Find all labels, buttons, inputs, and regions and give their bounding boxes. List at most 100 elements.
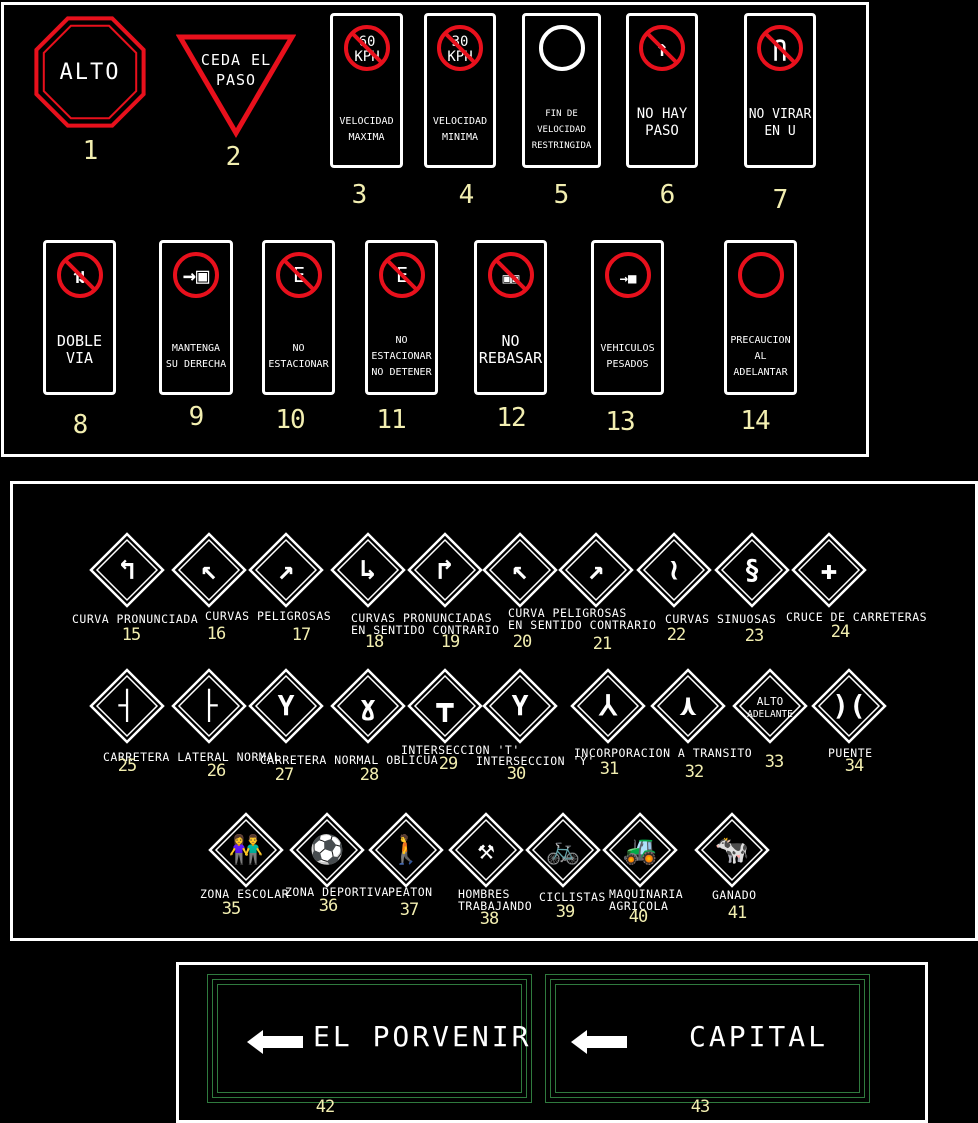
sign-label-line: INCORPORACION A TRANSITO: [574, 746, 753, 760]
inner-sign-text: ADELANTE: [747, 709, 793, 720]
sign-number: 43: [690, 1097, 711, 1117]
sign-text: PESADOS: [606, 359, 649, 370]
sports-player-warning-sign: ⚽: [289, 812, 365, 888]
sign-number: 16: [206, 624, 227, 644]
side-road-left-warning-sign: ┤: [89, 668, 165, 744]
svg-text:→▣: →▣: [183, 264, 210, 289]
inner-sign-text: ALTO: [757, 695, 784, 708]
sign-label-line: EN SENTIDO CONTRARIO: [508, 618, 657, 632]
sign-text: VIA: [65, 349, 94, 367]
sign-number: 10: [275, 405, 305, 435]
sign-number: 22: [666, 625, 687, 645]
sign-number: 2: [225, 142, 242, 172]
speed-limit-circle-icon: 30KPH: [437, 25, 483, 71]
sign-text: DOBLE: [56, 332, 103, 350]
side-road-left-icon: ┤: [118, 688, 136, 722]
sign-number: 9: [188, 402, 205, 432]
sign-text: EN U: [764, 124, 796, 139]
regulatory-sign-14: PRECAUCION AL ADELANTAR: [724, 240, 797, 395]
sign-number: 8: [72, 410, 89, 440]
sign-label-line: CRUCE DE CARRETERAS: [786, 610, 928, 624]
yield-sign-text: PASO: [216, 71, 256, 89]
sign-label-line: CURVAS PELIGROSAS: [205, 609, 332, 623]
guide-sign-43: CAPITAL: [545, 974, 870, 1103]
regulatory-sign-13: →■ VEHICULOS PESADOS: [591, 240, 664, 395]
merge-right-warning-sign: ⋏: [650, 668, 726, 744]
guide-sign-text: EL PORVENIR: [313, 1020, 532, 1053]
sign-text: ADELANTAR: [733, 367, 788, 378]
no-entry-arrow-icon: ↑: [639, 25, 685, 71]
y-intersection-icon: Y: [512, 689, 529, 722]
regulatory-sign-3: 60 KPH VELOCIDAD MAXIMA: [330, 13, 403, 168]
regulatory-sign-6: ↑ NO HAYPASO: [626, 13, 698, 168]
sign-number: 21: [592, 634, 613, 654]
two-way-arrows-icon: ⇅: [56, 252, 103, 298]
winding-road-warning-sign: ≀: [636, 532, 712, 608]
cyclist-warning-sign: 🚲: [525, 812, 601, 888]
sign-number: 19: [440, 632, 461, 652]
sign-text: ESTACIONAR: [268, 359, 329, 370]
merge-left-icon: ⅄: [598, 689, 618, 722]
no-u-turn-icon: ⋂: [757, 25, 803, 71]
arrow-shaft: [587, 1036, 627, 1048]
sign-text: RESTRINGIDA: [531, 141, 592, 151]
sign-label: CRUCE DE CARRETERAS: [786, 611, 927, 623]
y-intersection-warning-sign: Y: [482, 668, 558, 744]
sign-text: SU DERECHA: [165, 359, 227, 370]
sign-label: CURVAS SINUOSAS: [665, 613, 776, 625]
stop-sign-octagon: ALTO: [34, 16, 146, 128]
sign-label-line: CURVAS SINUOSAS: [665, 612, 777, 626]
sign-number: 32: [684, 762, 705, 782]
sign-number: 15: [121, 625, 142, 645]
sign-text: ESTACIONAR: [371, 351, 432, 362]
regulatory-sign-8: ⇅ DOBLEVIA: [43, 240, 116, 395]
side-road-right-warning-sign: ├: [171, 668, 247, 744]
sign-text: NO: [501, 332, 520, 350]
no-stopping-e-icon: E: [378, 252, 425, 298]
sign-number: 12: [496, 403, 526, 433]
regulatory-sign-9: →▣ MANTENGA SU DERECHA: [159, 240, 233, 395]
sign-label-line: CURVA PRONUNCIADA: [72, 612, 199, 626]
sign-label: CURVA PRONUNCIADA: [72, 613, 198, 625]
sign-label-line: GANADO: [712, 888, 757, 902]
sports-player-icon: ⚽: [309, 833, 345, 866]
narrow-bridge-warning-sign: )(: [811, 668, 887, 744]
merge-right-icon: ⋏: [679, 689, 697, 722]
winding-road-2-warning-sign: §: [714, 532, 790, 608]
speed-limit-circle-icon: 60KPH: [343, 25, 390, 71]
sign-number: 3: [351, 180, 368, 210]
stop-ahead-warning-sign: ALTOADELANTE: [732, 668, 808, 744]
sign-number: 36: [318, 896, 339, 916]
sign-number: 40: [628, 907, 649, 927]
regulatory-sign-4: 30 KPH VELOCIDAD MINIMA: [424, 13, 496, 168]
sign-number: 42: [315, 1097, 336, 1117]
school-children-warning-sign: 👫: [208, 812, 284, 888]
sign-text: REBASAR: [478, 349, 543, 367]
arrow-left-icon: [571, 1030, 587, 1054]
sign-number: 1: [82, 136, 99, 166]
curve-left-icon: ↖: [201, 553, 218, 586]
sign-text: MAXIMA: [348, 132, 385, 143]
regulatory-sign-5: FIN DE VELOCIDAD RESTRINGIDA: [522, 13, 601, 168]
sign-number: 39: [555, 902, 576, 922]
reverse-curve-left-warning-sign: ↖: [482, 532, 558, 608]
sign-label: GANADO: [712, 889, 757, 901]
crossroads-warning-sign: ✚: [791, 532, 867, 608]
sign-number: 20: [512, 632, 533, 652]
reverse-curve-left-icon: ↖: [512, 553, 529, 586]
sign-text: NO: [292, 343, 305, 354]
sign-number: 13: [605, 407, 635, 437]
sign-text: FIN DE: [545, 109, 578, 119]
reverse-curve-right-icon: ↗: [588, 553, 605, 586]
sign-text: VELOCIDAD: [339, 116, 394, 127]
oblique-road-right-icon: ɣ: [360, 689, 377, 722]
school-children-icon: 👫: [229, 833, 264, 866]
cyclist-icon: 🚲: [546, 833, 581, 866]
regulatory-sign-10: E NO ESTACIONAR: [262, 240, 335, 395]
sign-text: VELOCIDAD: [537, 125, 586, 135]
sign-label-line: ZONA ESCOLAR: [200, 887, 290, 901]
yield-sign-text: CEDA EL: [201, 51, 271, 69]
sign-number: 33: [764, 752, 785, 772]
sign-label: CURVA PELIGROSAS EN SENTIDO CONTRARIO: [508, 607, 656, 631]
reverse-sharp-curve-icon: ↳: [360, 553, 377, 586]
